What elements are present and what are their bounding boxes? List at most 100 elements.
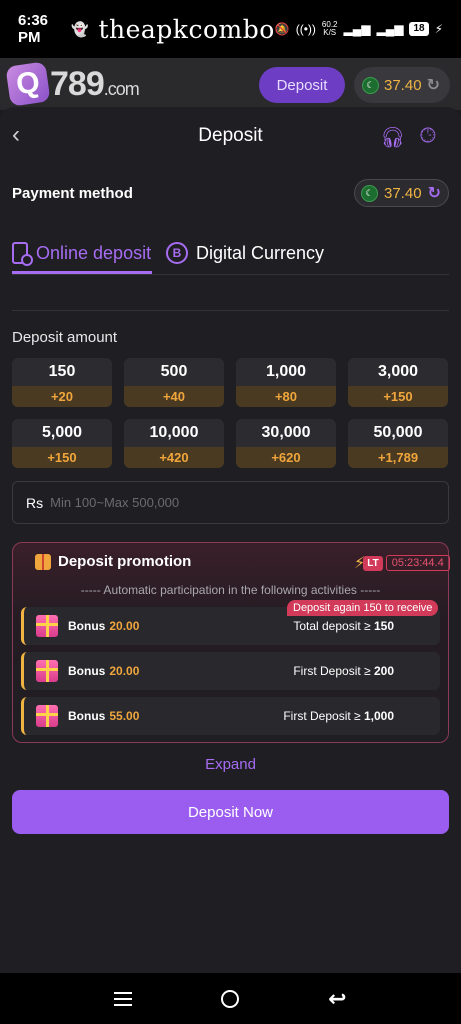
tab-online-deposit-label: Online deposit bbox=[36, 242, 152, 263]
bonus-label: Bonus bbox=[68, 709, 106, 723]
promotion-subtitle: ----- Automatic participation in the fol… bbox=[80, 583, 381, 597]
amount-bonus: +150 bbox=[348, 386, 448, 407]
amount-value: 500 bbox=[160, 363, 188, 380]
amount-options: 150 +20 500 +40 1,000 +80 3,000 +150 5,000 +1… bbox=[12, 358, 449, 468]
promotion-header: Deposit promotion bbox=[35, 553, 191, 570]
deposit-tabs: Online deposit B Digital Currency bbox=[12, 233, 449, 275]
amount-bonus: +40 bbox=[124, 386, 224, 407]
currency-label: Rs bbox=[26, 494, 44, 511]
amount-bonus: +420 bbox=[124, 447, 224, 468]
expand-link[interactable]: Expand bbox=[0, 756, 461, 773]
deposit-promotion-card: Deposit promotion ⚡ LT 05:23:44.4 ----- … bbox=[12, 542, 450, 743]
deposit-again-tag: Deposit again 150 to receive bbox=[287, 600, 439, 616]
gift-icon bbox=[35, 553, 51, 570]
divider bbox=[12, 310, 449, 311]
amount-value: 5,000 bbox=[41, 424, 83, 441]
amount-input-field[interactable]: Rs bbox=[12, 481, 449, 524]
signal-icon-2: ▂▄▆ bbox=[376, 22, 404, 36]
deposit-screen: 6:36 PM 👻 theapkcombo 🔕 ((•)) 60.2 K/S ▂… bbox=[0, 0, 461, 1024]
header-balance-value: 37.40 bbox=[384, 76, 422, 94]
amount-option[interactable]: 10,000 +420 bbox=[124, 419, 224, 468]
amount-option[interactable]: 1,000 +80 bbox=[236, 358, 336, 407]
tab-online-deposit[interactable]: Online deposit bbox=[12, 233, 153, 274]
amount-option[interactable]: 50,000 +1,789 bbox=[348, 419, 448, 468]
system-nav-bar: ↩ bbox=[0, 973, 461, 1024]
amount-bonus: +620 bbox=[236, 447, 336, 468]
gift-box-icon bbox=[36, 615, 58, 637]
back-nav-icon[interactable]: ↩ bbox=[328, 986, 346, 1012]
amount-value: 1,000 bbox=[265, 363, 307, 380]
gift-box-icon bbox=[36, 705, 58, 727]
amount-bonus: +150 bbox=[12, 447, 112, 468]
hotspot-icon: ((•)) bbox=[295, 22, 316, 36]
limited-time-badge: ⚡ LT 05:23:44.4 bbox=[354, 553, 450, 573]
refresh-icon[interactable]: ↻ bbox=[428, 183, 441, 203]
condition-text: First Deposit ≥ bbox=[293, 664, 371, 678]
amount-option[interactable]: 30,000 +620 bbox=[236, 419, 336, 468]
amount-option[interactable]: 150 +20 bbox=[12, 358, 112, 407]
app-header: Q 789.com Deposit ☾ 37.40 ↻ bbox=[0, 58, 461, 110]
amount-value: 3,000 bbox=[377, 363, 419, 380]
recent-apps-icon[interactable] bbox=[114, 991, 133, 1006]
bonus-amount: 20.00 bbox=[109, 664, 140, 678]
signal-icon: ▂▄▆ bbox=[343, 22, 371, 36]
deposit-sheet: ‹ Deposit 🎧︎ 🕒︎ Payment method ☾ 37.40 ↻… bbox=[0, 107, 461, 973]
tab-digital-currency[interactable]: B Digital Currency bbox=[166, 233, 324, 273]
brand-logo: Q 789.com bbox=[5, 61, 140, 107]
bonus-amount: 20.00 bbox=[109, 619, 140, 633]
phone-icon bbox=[12, 242, 33, 266]
bonus-condition: First Deposit ≥ 1,000 bbox=[283, 709, 394, 723]
amount-input[interactable] bbox=[50, 495, 411, 510]
amount-option[interactable]: 3,000 +150 bbox=[348, 358, 448, 407]
net-speed: 60.2 K/S bbox=[322, 21, 338, 37]
gift-box-icon bbox=[36, 660, 58, 682]
condition-text: Total deposit ≥ bbox=[293, 619, 371, 633]
bonus-condition: Total deposit ≥ 150 bbox=[293, 619, 394, 633]
status-time: 6:36 PM bbox=[18, 12, 49, 46]
sheet-header: ‹ Deposit 🎧︎ 🕒︎ bbox=[0, 107, 461, 165]
battery-icon: 18 bbox=[409, 22, 429, 36]
amount-bonus: +80 bbox=[236, 386, 336, 407]
status-icons: 🔕 ((•)) 60.2 K/S ▂▄▆ ▂▄▆ 18 ⚡ bbox=[275, 21, 443, 37]
promotion-row[interactable]: Bonus 55.00 First Deposit ≥ 1,000 bbox=[21, 697, 440, 735]
logo-mark: Q bbox=[5, 61, 51, 107]
condition-text: First Deposit ≥ bbox=[283, 709, 361, 723]
history-clock-icon[interactable]: 🕒︎ bbox=[420, 125, 436, 148]
logo-suffix: .com bbox=[103, 78, 140, 99]
bonus-label: Bonus bbox=[68, 664, 106, 678]
bonus-amount: 55.00 bbox=[109, 709, 140, 723]
home-icon[interactable] bbox=[221, 989, 240, 1008]
charging-icon: ⚡ bbox=[434, 22, 443, 36]
condition-threshold: 200 bbox=[373, 664, 394, 678]
balance-value: 37.40 bbox=[384, 184, 422, 202]
payment-method-label: Payment method bbox=[12, 184, 133, 202]
balance-pill[interactable]: ☾ 37.40 ↻ bbox=[354, 179, 449, 207]
tab-digital-currency-label: Digital Currency bbox=[196, 242, 325, 263]
net-speed-unit: K/S bbox=[323, 28, 337, 37]
amount-value: 10,000 bbox=[149, 424, 199, 441]
amount-option[interactable]: 500 +40 bbox=[124, 358, 224, 407]
amount-option[interactable]: 5,000 +150 bbox=[12, 419, 112, 468]
amount-value: 150 bbox=[48, 363, 76, 380]
condition-threshold: 150 bbox=[373, 619, 394, 633]
amount-value: 50,000 bbox=[373, 424, 423, 441]
amount-bonus: +1,789 bbox=[348, 447, 448, 468]
headset-support-icon[interactable]: 🎧︎ bbox=[380, 125, 405, 150]
amount-bonus: +20 bbox=[12, 386, 112, 407]
mute-icon: 🔕 bbox=[274, 22, 290, 36]
status-bar: 6:36 PM 👻 theapkcombo 🔕 ((•)) 60.2 K/S ▂… bbox=[0, 0, 461, 58]
deposit-amount-label: Deposit amount bbox=[12, 329, 118, 346]
header-balance[interactable]: ☾ 37.40 ↻ bbox=[354, 67, 450, 103]
pakistan-flag-icon: ☾ bbox=[361, 184, 378, 202]
header-deposit-button[interactable]: Deposit bbox=[259, 67, 345, 103]
bonus-condition: First Deposit ≥ 200 bbox=[293, 664, 394, 678]
refresh-icon[interactable]: ↻ bbox=[427, 75, 440, 95]
watermark: theapkcombo bbox=[98, 14, 275, 44]
countdown-timer: 05:23:44.4 bbox=[385, 555, 450, 571]
promotion-title: Deposit promotion bbox=[58, 553, 192, 570]
lt-label: LT bbox=[363, 555, 383, 571]
deposit-now-button[interactable]: Deposit Now bbox=[12, 790, 449, 834]
bonus-label: Bonus bbox=[68, 619, 106, 633]
crypto-coin-icon: B bbox=[166, 242, 188, 264]
promotion-row[interactable]: Bonus 20.00 First Deposit ≥ 200 bbox=[21, 652, 440, 690]
